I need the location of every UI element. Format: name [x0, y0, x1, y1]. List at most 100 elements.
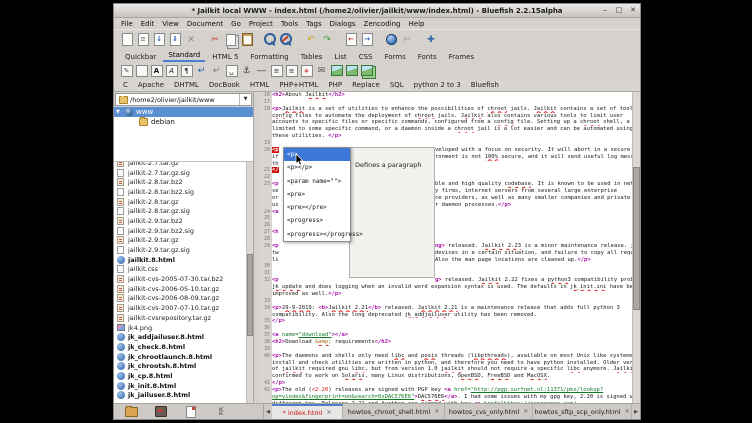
doc-tab-howtos_sftp_scp_only.html[interactable]: howtos_sftp_scp_only.html✕ — [533, 404, 632, 419]
lang-tab-dhtml[interactable]: DHTML — [169, 81, 204, 89]
break-clear-button[interactable]: ↵ — [210, 64, 223, 77]
non-breaking-space-button[interactable]: ␣ — [225, 64, 238, 77]
doc-tab-howtos_chroot_shell.html[interactable]: howtos_chroot_shell.html✕ — [343, 404, 445, 419]
menu-tools[interactable]: Tools — [277, 20, 302, 28]
lang-tab-php[interactable]: PHP — [323, 81, 347, 89]
lang-tab-c[interactable]: C — [118, 81, 133, 89]
file-item[interactable]: jailkit-2.9.tar.gz — [114, 236, 253, 246]
file-list-scrollbar[interactable] — [246, 162, 253, 403]
italic-button[interactable]: A — [165, 64, 178, 77]
scrollbar-thumb[interactable] — [247, 254, 253, 336]
menu-help[interactable]: Help — [405, 20, 429, 28]
lang-tab-docbook[interactable]: DocBook — [204, 81, 245, 89]
navigation-button[interactable]: ✚ — [424, 33, 438, 47]
file-item[interactable]: jailkit-2.8.tar.bz2.sig — [114, 187, 253, 197]
find-replace-button[interactable] — [280, 33, 294, 47]
lang-tab-replace[interactable]: Replace — [347, 81, 385, 89]
editor-text-area[interactable]: 16<h2>About Jailkit</h2>1718<p>Jailkit i… — [259, 92, 633, 403]
bookmarks-tab[interactable] — [154, 406, 168, 418]
open-file-button[interactable]: ≡ — [136, 33, 150, 47]
menu-edit[interactable]: Edit — [137, 20, 159, 28]
scrollbar-thumb[interactable] — [633, 167, 640, 310]
tab-scroll-left[interactable]: ◀ — [264, 404, 272, 419]
indent-button[interactable]: → — [360, 33, 374, 47]
file-item[interactable]: jk_init.8.html — [114, 381, 253, 391]
close-icon[interactable]: ✕ — [625, 408, 630, 415]
close-document-button[interactable]: ✕ — [184, 33, 198, 47]
file-item[interactable]: jailkit-2.8.tar.gz — [114, 197, 253, 207]
file-item[interactable]: jk_cp.8.html — [114, 371, 253, 381]
autocomplete-item[interactable]: <progress> — [284, 214, 350, 227]
file-item[interactable]: jailkit-cvs-2007-07-10.tar.gz — [114, 303, 253, 313]
unindent-button[interactable]: ← — [344, 33, 358, 47]
reference-tab[interactable] — [184, 406, 198, 418]
close-icon[interactable]: ✕ — [523, 408, 528, 415]
quickbar-tab-standard[interactable]: Standard — [163, 50, 205, 62]
menu-file[interactable]: File — [117, 20, 137, 28]
tree-item-debian[interactable]: debian — [114, 117, 253, 127]
autocomplete-item[interactable]: <p></p> — [284, 161, 350, 174]
quickbar-tab-frames[interactable]: Frames — [444, 52, 479, 62]
maximize-button[interactable]: □ — [614, 5, 624, 15]
paragraph-button[interactable]: ¶ — [180, 64, 193, 77]
quickbar-tab-fonts[interactable]: Fonts — [413, 52, 442, 62]
menu-zencoding[interactable]: Zencoding — [360, 20, 405, 28]
expander-icon[interactable]: ▼ — [116, 109, 122, 115]
file-item[interactable]: jk_jailuser.8.html — [114, 391, 253, 401]
quickbar-tab-formatting[interactable]: Formatting — [245, 52, 293, 62]
file-item[interactable]: jailkit-cvsrepository.tar.gz — [114, 313, 253, 323]
image-button[interactable] — [330, 64, 343, 77]
tree-item-www[interactable]: ▼www — [114, 107, 253, 117]
lang-tab-apache[interactable]: Apache — [133, 81, 169, 89]
file-item[interactable]: jailkit-2.8.tar.bz2 — [114, 177, 253, 187]
quickbar-tab-forms[interactable]: Forms — [379, 52, 410, 62]
lang-tab-html[interactable]: HTML — [245, 81, 274, 89]
file-item[interactable]: jailkit-2.9.tar.bz2.sig — [114, 226, 253, 236]
copy-button[interactable] — [224, 33, 238, 47]
code-editor[interactable]: 16<h2>About Jailkit</h2>1718<p>Jailkit i… — [259, 92, 640, 403]
file-item[interactable]: jailkit-2.9.tar.bz2 — [114, 216, 253, 226]
file-item[interactable]: jk_chrootsh.8.html — [114, 361, 253, 371]
file-item[interactable]: jailkit-2.9.tar.gz.sig — [114, 245, 253, 255]
multi-thumbnail-button[interactable] — [360, 64, 373, 77]
doc-tab-index.html[interactable]: * index.html✕ — [272, 404, 343, 419]
chevron-down-icon[interactable]: ▼ — [239, 94, 251, 105]
email-button[interactable]: ✉ — [315, 64, 328, 77]
lang-tab-python-2-to-3[interactable]: python 2 to 3 — [409, 81, 466, 89]
bold-button[interactable]: A — [150, 64, 163, 77]
quickbar-tab-list[interactable]: List — [329, 52, 351, 62]
find-button[interactable] — [264, 33, 278, 47]
cut-button[interactable]: ✂ — [208, 33, 222, 47]
lang-tab-bluefish[interactable]: Bluefish — [466, 81, 504, 89]
redo-button[interactable]: ↷ — [320, 33, 334, 47]
menu-go[interactable]: Go — [227, 20, 245, 28]
file-item[interactable]: jk_chrootlaunch.8.html — [114, 352, 253, 362]
rule-button[interactable]: ― — [255, 64, 268, 77]
quickbar-tab-quickbar[interactable]: Quickbar — [120, 52, 161, 62]
undo-button[interactable]: ↶ — [304, 33, 318, 47]
menu-dialogs[interactable]: Dialogs — [326, 20, 360, 28]
charmap-tab[interactable]: VC VC — [214, 406, 228, 418]
quickbar-tab-tables[interactable]: Tables — [296, 52, 328, 62]
title-bar[interactable]: * Jailkit local WWW - index.html (/home2… — [114, 4, 640, 18]
doc-tab-howtos_cvs_only.html[interactable]: howtos_cvs_only.html✕ — [445, 404, 533, 419]
minimize-button[interactable]: ‒ — [600, 5, 610, 15]
quickbar-tab-html-5[interactable]: HTML 5 — [207, 52, 243, 62]
editor-scrollbar[interactable] — [632, 92, 640, 403]
lang-tab-php+html[interactable]: PHP+HTML — [274, 81, 323, 89]
file-item[interactable]: jk4.png — [114, 323, 253, 333]
file-item[interactable]: jailkit-cvs-2005-07-30.tar.bz2 — [114, 274, 253, 284]
autocomplete-item[interactable]: <param name=""> — [284, 175, 350, 188]
paste-button[interactable] — [240, 33, 254, 47]
align-right-button[interactable]: ≡ — [285, 64, 298, 77]
menu-project[interactable]: Project — [245, 20, 277, 28]
autocomplete-item[interactable]: <pre> — [284, 188, 350, 201]
file-item[interactable]: jailkit-cvs-2006-08-09.tar.gz — [114, 294, 253, 304]
new-document-button[interactable] — [120, 33, 134, 47]
comment-button[interactable]: ∗ — [300, 64, 313, 77]
lang-tab-sql[interactable]: SQL — [385, 81, 409, 89]
autocomplete-item[interactable]: <p> — [284, 148, 350, 161]
tab-scroll-right[interactable]: ▶ — [632, 404, 640, 419]
thumbnail-button[interactable] — [345, 64, 358, 77]
file-item[interactable]: jailkit-2.8.tar.gz.sig — [114, 206, 253, 216]
